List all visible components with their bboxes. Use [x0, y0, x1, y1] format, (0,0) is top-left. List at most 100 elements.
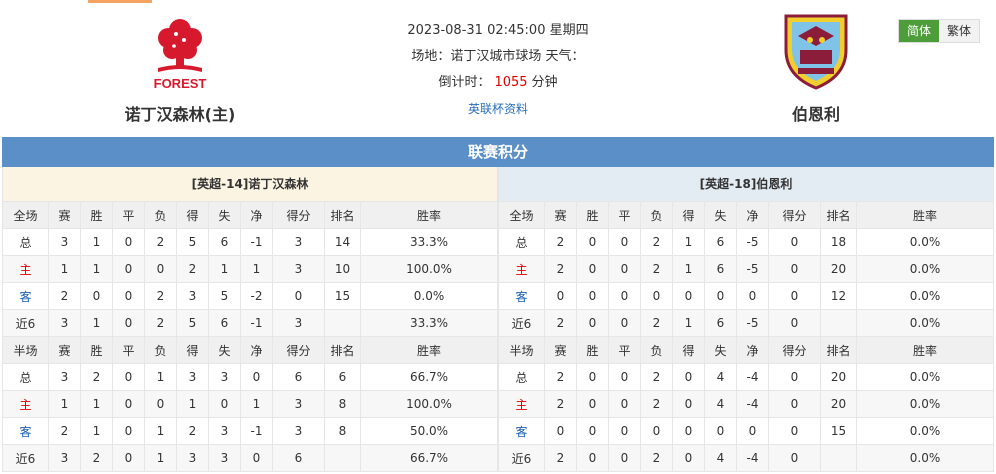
table-cell: 14 [324, 228, 361, 256]
table-cell: -1 [240, 417, 273, 445]
table-cell: 0 [640, 282, 673, 310]
table-row: 总 3 2 0 1 3 3 0 6 6 66.7% [2, 363, 498, 391]
table-cell: 0 [640, 417, 673, 445]
table-cell: 4 [704, 444, 737, 472]
table-cell [324, 309, 361, 337]
column-header: 胜率 [360, 336, 498, 364]
home-team[interactable]: FOREST 诺丁汉森林(主) [100, 10, 260, 125]
table-cell: 0 [112, 444, 145, 472]
table-cell: 0 [240, 363, 273, 391]
home-team-name: 诺丁汉森林(主) [124, 105, 236, 124]
table-row: 主 2 0 0 2 1 6 -5 0 20 0.0% [498, 255, 994, 283]
countdown-label: 倒计时： [438, 75, 491, 90]
table-cell: 100.0% [360, 255, 498, 283]
table-cell: 12 [820, 282, 857, 310]
table-cell: 0 [608, 282, 641, 310]
cup-info-link[interactable]: 英联杯资料 [468, 102, 528, 116]
table-cell: 0.0% [360, 282, 498, 310]
table-cell: 2 [144, 282, 177, 310]
table-cell: 0 [672, 363, 705, 391]
full-header-row: 全场赛胜平负得失净得分 排名 胜率 [2, 201, 498, 229]
lang-simplified-button[interactable]: 简体 [899, 20, 939, 42]
table-cell: 15 [324, 282, 361, 310]
table-row: 近6 3 1 0 2 5 6 -1 3 33.3% [2, 309, 498, 337]
table-cell: -5 [736, 309, 769, 337]
table-cell: 1 [80, 417, 113, 445]
table-cell: 3 [176, 282, 209, 310]
table-cell: 1 [672, 228, 705, 256]
away-standings-panel: [英超-18]伯恩利 全场赛胜平负得失净得分 排名 胜率总 2 0 0 2 1 6 -5 0 18 0.… [498, 167, 994, 472]
table-cell: 0 [112, 255, 145, 283]
table-cell: 0.0% [856, 228, 994, 256]
table-cell: 0 [608, 444, 641, 472]
table-cell: 3 [272, 255, 325, 283]
table-cell: 1 [80, 390, 113, 418]
table-cell: 66.7% [360, 363, 498, 391]
table-cell: 0 [208, 390, 241, 418]
table-cell: 2 [544, 309, 577, 337]
table-cell [820, 309, 857, 337]
table-cell: -1 [240, 309, 273, 337]
table-cell: 4 [704, 390, 737, 418]
table-row: 客 2 0 0 2 3 5 -2 0 15 0.0% [2, 282, 498, 310]
column-header: 排名 [324, 336, 361, 364]
table-cell: 0 [544, 417, 577, 445]
column-header: 胜率 [856, 201, 994, 229]
table-cell: 6 [208, 228, 241, 256]
table-cell: 3 [208, 363, 241, 391]
away-standings-title: [英超-18]伯恩利 [498, 167, 994, 201]
table-cell: 6 [704, 228, 737, 256]
column-header: 排名 [820, 201, 857, 229]
table-cell: 1 [80, 309, 113, 337]
table-cell: 1 [144, 417, 177, 445]
home-standings-table: 全场赛胜平负得失净得分 排名 胜率总 3 1 0 2 5 6 -1 3 14 33.3% 主 1 1 0 0 2 1 1… [2, 201, 498, 472]
table-cell: 0.0% [856, 282, 994, 310]
table-cell: -1 [240, 228, 273, 256]
table-cell: 8 [324, 390, 361, 418]
table-cell: 0 [576, 255, 609, 283]
match-datetime: 2023-08-31 02:45:00 星期四 [407, 23, 589, 38]
table-cell: 0 [608, 228, 641, 256]
column-header: 平 [608, 201, 641, 229]
table-cell: 2 [176, 255, 209, 283]
table-row: 总 2 0 0 2 1 6 -5 0 18 0.0% [498, 228, 994, 256]
table-cell: 6 [704, 309, 737, 337]
column-header: 平 [112, 201, 145, 229]
table-cell: 3 [48, 228, 81, 256]
table-cell: 2 [544, 390, 577, 418]
table-row: 客 0 0 0 0 0 0 0 0 15 0.0% [498, 417, 994, 445]
table-cell: 0 [608, 363, 641, 391]
match-header: FOREST 诺丁汉森林(主) 2023-08-31 02:45:00 星期四 … [0, 0, 996, 137]
column-header: 胜率 [360, 201, 498, 229]
column-header: 赛 [48, 336, 81, 364]
table-cell: 0 [112, 390, 145, 418]
match-countdown: 倒计时： 1055 分钟 [340, 70, 656, 96]
column-header: 全场 [498, 201, 545, 229]
table-cell: 0.0% [856, 255, 994, 283]
table-cell: 0 [736, 282, 769, 310]
table-cell: 15 [820, 417, 857, 445]
table-cell: 0 [768, 390, 821, 418]
column-header: 半场 [2, 336, 49, 364]
lang-traditional-button[interactable]: 繁体 [939, 20, 979, 42]
column-header: 负 [144, 201, 177, 229]
table-cell: 2 [80, 444, 113, 472]
table-cell: 6 [272, 444, 325, 472]
table-cell: 4 [704, 363, 737, 391]
table-cell: 2 [176, 417, 209, 445]
table-cell: 0 [608, 390, 641, 418]
table-row: 客 0 0 0 0 0 0 0 0 12 0.0% [498, 282, 994, 310]
home-standings-title: [英超-14]诺丁汉森林 [2, 167, 498, 201]
table-cell: -2 [240, 282, 273, 310]
away-team-name: 伯恩利 [791, 105, 840, 124]
table-cell: 18 [820, 228, 857, 256]
column-header: 失 [208, 336, 241, 364]
table-cell: -5 [736, 255, 769, 283]
away-team[interactable]: 伯恩利 [736, 10, 896, 125]
row-label: 主 [2, 390, 49, 418]
table-cell: 3 [48, 444, 81, 472]
full-header-row: 全场赛胜平负得失净得分 排名 胜率 [498, 201, 994, 229]
table-cell: 0 [608, 309, 641, 337]
column-header: 净 [736, 336, 769, 364]
column-header: 净 [240, 201, 273, 229]
